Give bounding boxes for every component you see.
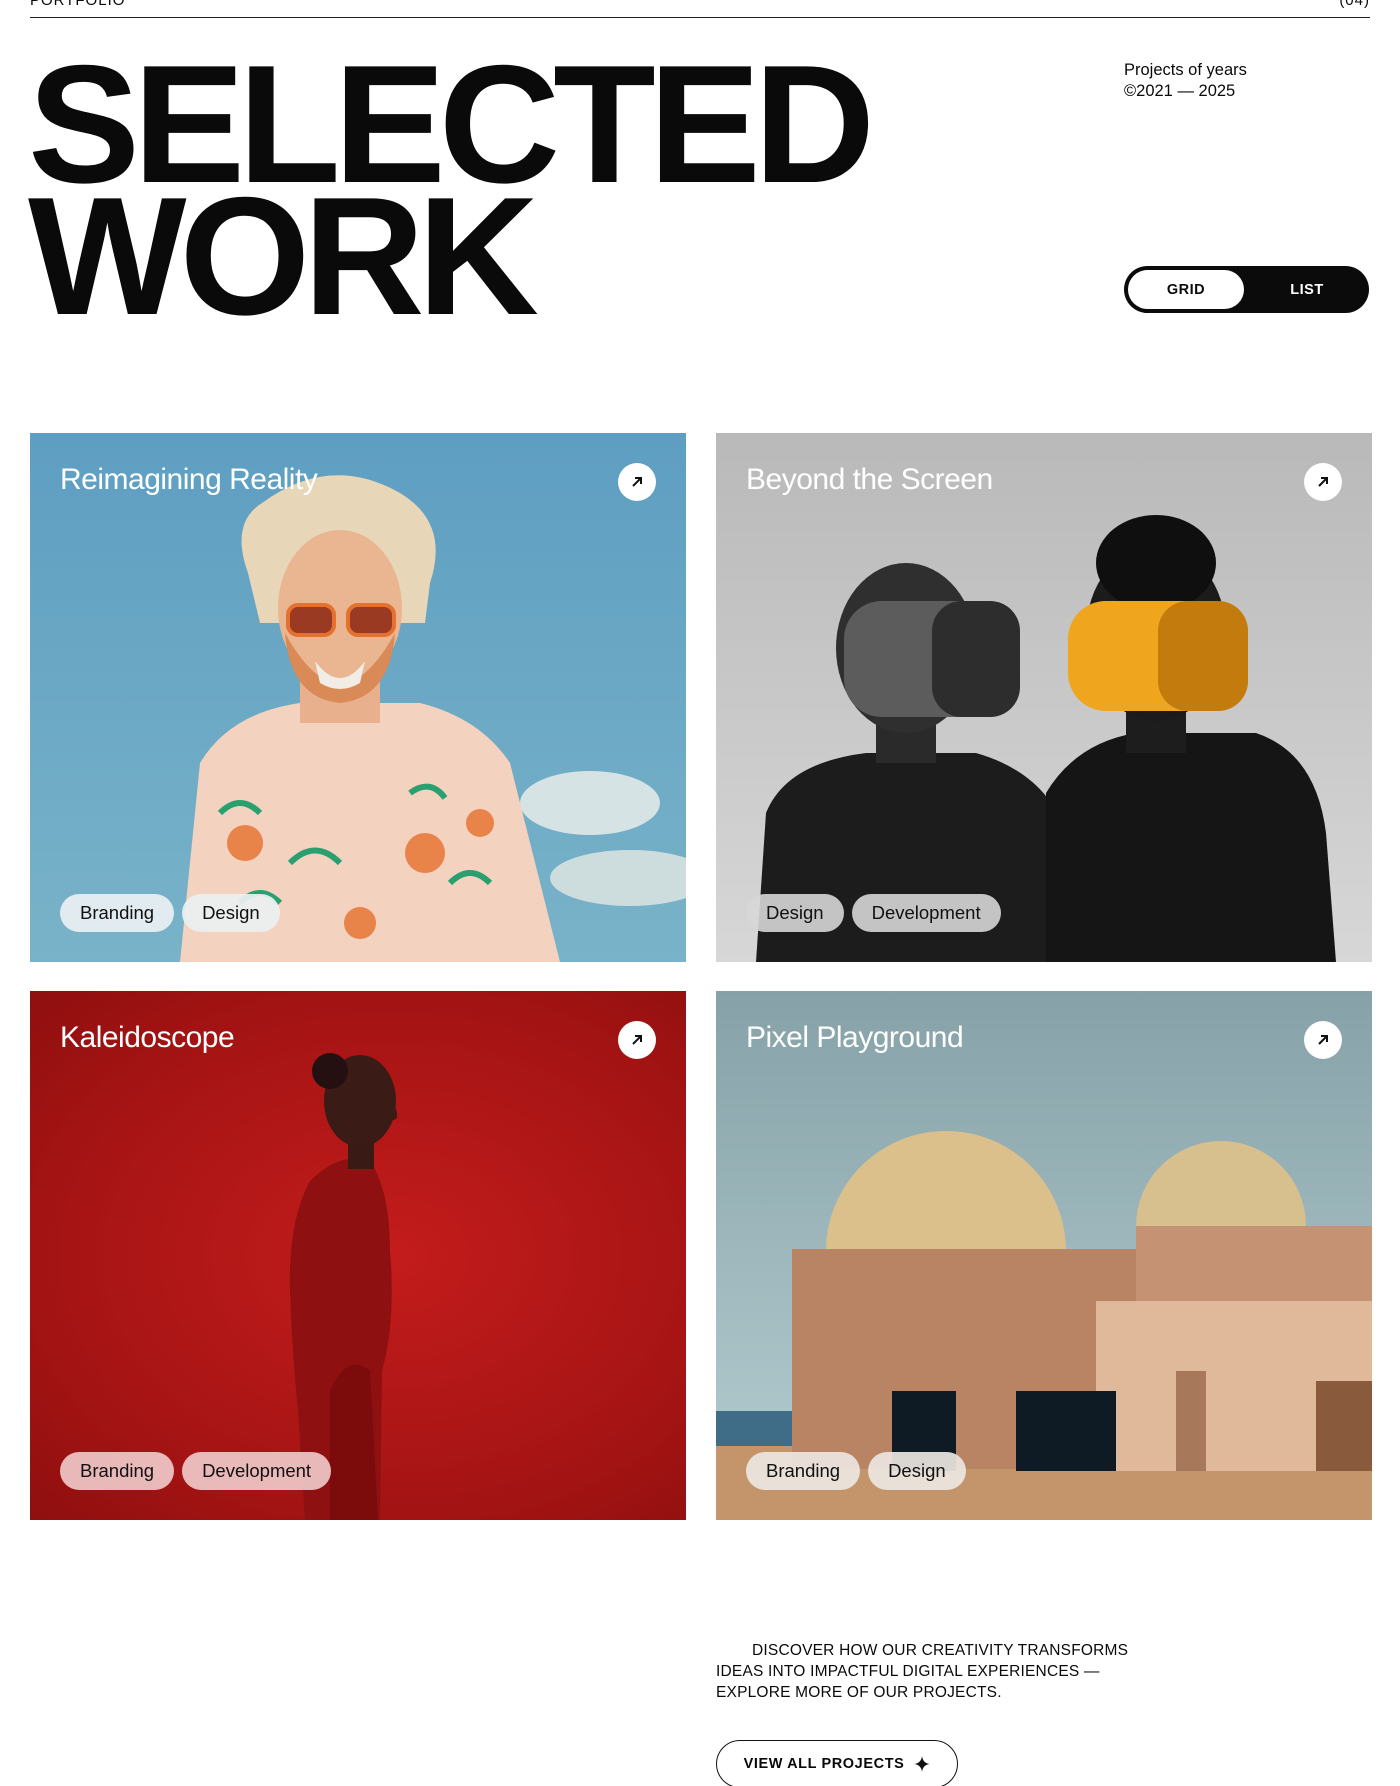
grid-view-button[interactable]: GRID bbox=[1128, 270, 1244, 309]
project-title: Reimagining Reality bbox=[60, 463, 318, 496]
top-bar: PORTFOLIO (04) bbox=[30, 0, 1370, 18]
tag: Design bbox=[868, 1452, 966, 1490]
project-tags: Branding Development bbox=[60, 1452, 332, 1490]
years-info: Projects of years ©2021 — 2025 bbox=[1124, 60, 1247, 102]
project-image-vr-figures bbox=[756, 515, 1336, 962]
arrow-up-right-icon[interactable] bbox=[618, 1021, 656, 1059]
project-card-reimagining-reality[interactable]: Reimagining Reality Branding Design bbox=[30, 433, 686, 962]
project-image-woman-red bbox=[289, 1053, 398, 1520]
project-tags: Branding Design bbox=[60, 894, 280, 932]
tag: Branding bbox=[60, 894, 175, 932]
arrow-up-right-icon[interactable] bbox=[1304, 463, 1342, 501]
page-title: SELECTED WORK bbox=[28, 40, 875, 340]
view-all-projects-label: VIEW ALL PROJECTS bbox=[743, 1756, 905, 1772]
years-label: Projects of years bbox=[1124, 61, 1247, 79]
project-card-kaleidoscope[interactable]: Kaleidoscope Branding Development bbox=[30, 991, 686, 1520]
years-range: ©2021 — 2025 bbox=[1124, 82, 1236, 100]
portfolio-label: PORTFOLIO bbox=[30, 0, 126, 9]
tag: Development bbox=[182, 1452, 332, 1490]
project-tags: Branding Design bbox=[746, 1452, 966, 1490]
project-image-dome-building bbox=[716, 1131, 1372, 1520]
view-all-projects-button[interactable]: VIEW ALL PROJECTS bbox=[716, 1740, 958, 1786]
sparkle-icon bbox=[914, 1756, 931, 1772]
project-card-pixel-playground[interactable]: Pixel Playground Branding Design bbox=[716, 991, 1372, 1520]
tag: Design bbox=[182, 894, 280, 932]
arrow-up-right-icon[interactable] bbox=[1304, 1021, 1342, 1059]
list-view-button[interactable]: LIST bbox=[1249, 270, 1365, 309]
project-title: Beyond the Screen bbox=[746, 463, 993, 496]
tag: Design bbox=[746, 894, 844, 932]
project-card-beyond-the-screen[interactable]: Beyond the Screen Design Development bbox=[716, 433, 1372, 962]
tag: Development bbox=[851, 894, 1001, 932]
tag: Branding bbox=[60, 1452, 175, 1490]
project-image-man-sunglasses bbox=[180, 475, 686, 962]
project-title: Kaleidoscope bbox=[60, 1021, 235, 1054]
tag: Branding bbox=[746, 1452, 861, 1490]
project-tags: Design Development bbox=[746, 894, 1001, 932]
view-toggle: GRID LIST bbox=[1124, 266, 1369, 313]
cta-description: DISCOVER HOW OUR CREATIVITY TRANSFORMS I… bbox=[716, 1642, 1129, 1701]
project-count-label: (04) bbox=[1339, 0, 1370, 9]
arrow-up-right-icon[interactable] bbox=[618, 463, 656, 501]
project-title: Pixel Playground bbox=[746, 1021, 964, 1054]
